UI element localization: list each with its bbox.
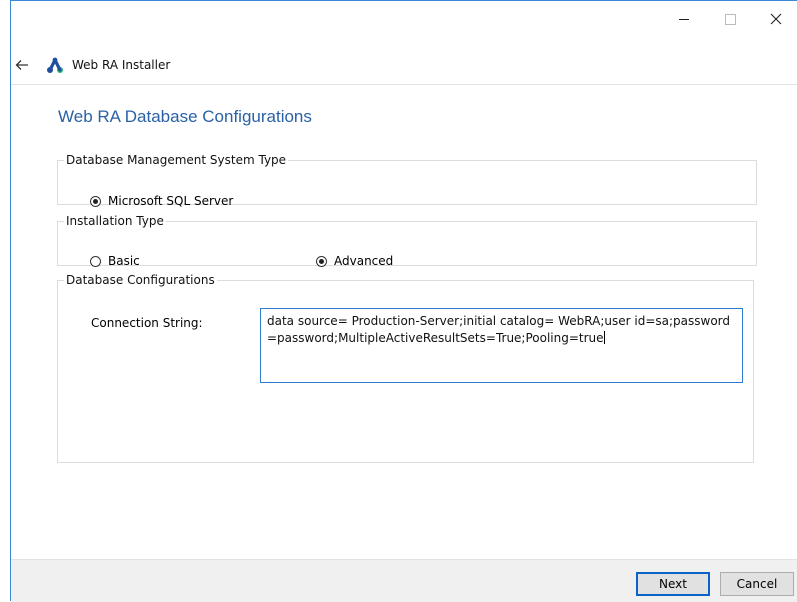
close-icon <box>770 13 782 25</box>
back-button[interactable] <box>9 53 35 77</box>
radio-mssql-label: Microsoft SQL Server <box>108 194 234 208</box>
title-bar <box>11 1 797 43</box>
dbms-type-group: Database Management System Type Microsof… <box>57 153 757 208</box>
dbms-type-legend: Database Management System Type <box>66 153 287 167</box>
connection-string-value: data source= Production-Server;initial c… <box>267 314 730 345</box>
minimize-icon <box>679 18 689 20</box>
header-divider <box>11 84 797 85</box>
webra-logo-icon <box>47 57 63 73</box>
close-button[interactable] <box>753 1 797 37</box>
database-config-legend: Database Configurations <box>66 273 215 287</box>
installer-window: Web RA Installer Web RA Database Configu… <box>10 0 797 602</box>
connection-string-label: Connection String: <box>91 316 203 330</box>
cancel-button[interactable]: Cancel <box>720 572 794 596</box>
minimize-button[interactable] <box>661 1 707 37</box>
installation-type-legend: Installation Type <box>66 214 164 228</box>
radio-selected-dot <box>319 258 324 264</box>
arrow-left-icon <box>15 60 28 70</box>
database-config-group: Database Configurations Connection Strin… <box>57 273 754 463</box>
radio-basic-label: Basic <box>108 254 140 268</box>
radio-selected-dot <box>93 198 98 204</box>
radio-advanced-circle <box>316 255 327 267</box>
radio-advanced[interactable]: Advanced <box>316 254 393 268</box>
radio-mssql[interactable]: Microsoft SQL Server <box>90 194 233 208</box>
radio-mssql-circle <box>90 195 101 207</box>
maximize-button[interactable] <box>707 1 753 37</box>
next-button[interactable]: Next <box>636 572 710 596</box>
app-title: Web RA Installer <box>72 58 171 72</box>
page-title: Web RA Database Configurations <box>58 107 312 126</box>
connection-string-input[interactable]: data source= Production-Server;initial c… <box>260 308 743 383</box>
radio-basic-circle <box>90 255 101 267</box>
radio-basic[interactable]: Basic <box>90 254 140 268</box>
installation-type-group: Installation Type Basic Advanced <box>57 214 757 268</box>
text-caret <box>603 331 605 344</box>
radio-advanced-label: Advanced <box>334 254 394 268</box>
footer-bar: Next Cancel <box>11 559 797 602</box>
app-header: Web RA Installer <box>1 51 401 79</box>
maximize-icon <box>724 13 736 25</box>
